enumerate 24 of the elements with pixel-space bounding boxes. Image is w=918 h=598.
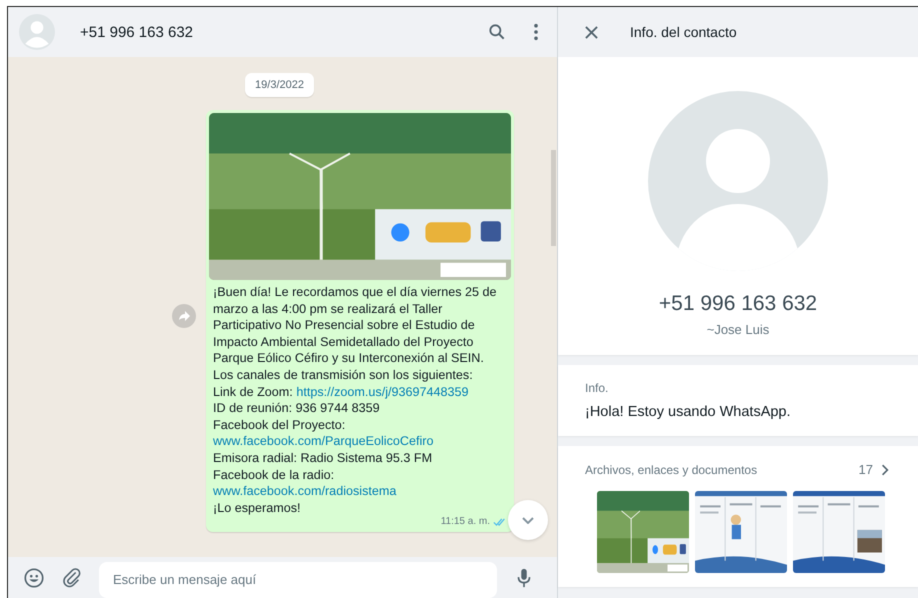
contact-name[interactable]: +51 996 163 632 — [80, 24, 473, 40]
contact-phone: +51 996 163 632 — [658, 292, 818, 316]
close-icon[interactable] — [585, 26, 598, 38]
scrollbar[interactable] — [551, 150, 556, 246]
chevron-right-icon[interactable] — [881, 464, 889, 476]
menu-icon[interactable] — [533, 23, 539, 41]
message-link[interactable]: www.facebook.com/radiosistema — [213, 484, 396, 498]
message-link[interactable]: https://zoom.us/j/93697448359 — [296, 384, 469, 399]
message-input[interactable]: Escribe un mensaje aquí — [99, 562, 497, 598]
paperclip-icon[interactable] — [61, 566, 83, 588]
about-text: ¡Hola! Estoy usando WhatsApp. — [585, 404, 792, 420]
search-icon[interactable] — [487, 22, 507, 42]
avatar-icon — [648, 91, 828, 271]
message-link[interactable]: www.facebook.com/ParqueEolicoCefiro — [213, 434, 434, 448]
contact-name: ~Jose Luis — [706, 322, 770, 337]
media-label[interactable]: Archivos, enlaces y documentos — [585, 462, 859, 476]
about-label: Info. — [585, 381, 610, 395]
panel-title: Info. del contacto — [630, 24, 737, 40]
media-count[interactable]: 17 — [858, 462, 873, 477]
date-chip: 19/3/2022 — [245, 73, 314, 97]
emoji-icon[interactable] — [23, 566, 45, 588]
message-time: 11:15 a. m. — [440, 516, 490, 528]
message-text: ¡Buen día! Le recordamos que el día viernes 25 de marzo a las 4:00 pm se realizará el Taller Participativo No Presencial sobre el Estudio de Impacto Ambiental Semidetallado del Proyecto Parque Eólico Céfiro y su Interconexión al SEIN. Los canales de transmisión son los siguientes: Link de Zoom: https://zoom.us/j/93697448359 ID de reunión: 936 9744 8359 Facebook del Proyecto: www.facebook.com/ParqueEolicoCefiro Emisora radial: Radio Sistema 95.3 FM Facebook de la radio: www.facebook.com/radiosistema ¡Lo esperamos! — [213, 284, 498, 516]
chevron-down-icon — [522, 516, 534, 524]
